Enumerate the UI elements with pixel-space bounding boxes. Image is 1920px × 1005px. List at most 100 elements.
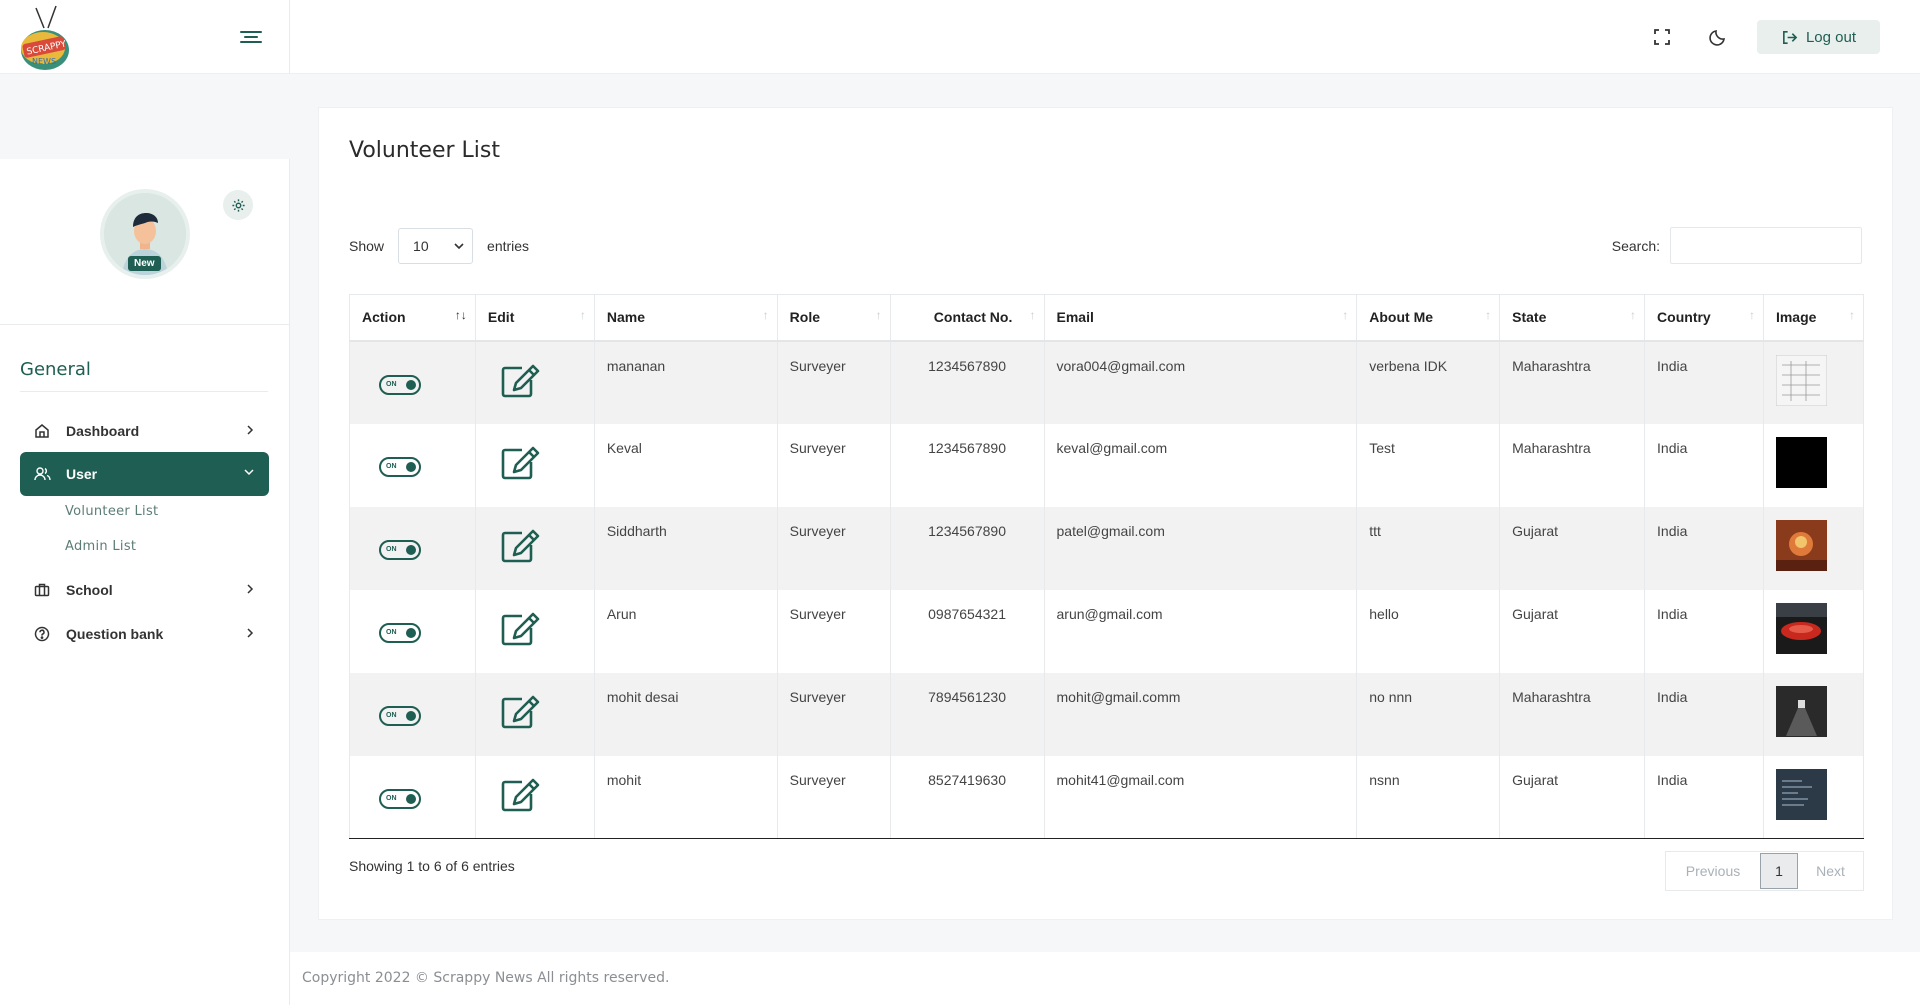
- search-label: Search:: [1611, 237, 1660, 254]
- sort-icon: ↑: [1630, 308, 1637, 322]
- pagination: Previous 1 Next: [1665, 851, 1864, 891]
- table-info: Showing 1 to 6 of 6 entries: [349, 858, 515, 874]
- menu-toggle-icon[interactable]: [240, 28, 262, 46]
- state-cell: Maharashtra: [1499, 423, 1646, 507]
- country-cell: India: [1644, 423, 1764, 507]
- column-header-country[interactable]: Country ↑: [1644, 294, 1764, 342]
- profile-panel: New: [0, 159, 289, 325]
- user-image-thumbnail[interactable]: [1775, 685, 1827, 737]
- sidebar-item-dashboard[interactable]: Dashboard: [20, 409, 269, 453]
- edit-icon[interactable]: [500, 364, 540, 403]
- action-cell: ON: [349, 589, 476, 673]
- footer: Copyright 2022 © Scrappy News All rights…: [290, 952, 1920, 1005]
- name-cell: mohit desai: [593, 672, 778, 756]
- edit-icon[interactable]: [500, 446, 540, 485]
- action-cell: ON: [349, 423, 476, 507]
- sidebar-subitem-volunteer-list[interactable]: Volunteer List: [65, 504, 158, 519]
- sidebar-item-question-bank[interactable]: Question bank: [20, 612, 269, 656]
- entries-select[interactable]: 10: [398, 228, 474, 264]
- sidebar-item-label: School: [66, 582, 113, 598]
- status-toggle[interactable]: ON: [379, 539, 421, 560]
- role-cell: Surveyer: [776, 589, 891, 673]
- status-toggle[interactable]: ON: [379, 788, 421, 809]
- role-cell: Surveyer: [776, 672, 891, 756]
- user-image-thumbnail[interactable]: [1775, 519, 1827, 571]
- user-image-thumbnail[interactable]: [1775, 602, 1827, 654]
- sidebar-subitem-admin-list[interactable]: Admin List: [65, 539, 136, 554]
- fullscreen-icon[interactable]: [1644, 19, 1680, 55]
- edit-icon[interactable]: [500, 778, 540, 817]
- column-header-about-me[interactable]: About Me ↑: [1356, 294, 1501, 342]
- edit-cell: [474, 755, 595, 839]
- about-cell: nsnn: [1356, 755, 1501, 839]
- sidebar-item-school[interactable]: School: [20, 568, 269, 612]
- column-header-state[interactable]: State ↑: [1499, 294, 1646, 342]
- contact-cell: 1234567890: [889, 340, 1045, 424]
- page-button-1[interactable]: 1: [1760, 853, 1798, 889]
- sidebar-item-user[interactable]: User: [20, 452, 269, 496]
- table-row: ON mohit Surveyer 8527419630 mohit41@gmail.c…: [349, 755, 1865, 839]
- edit-icon[interactable]: [500, 612, 540, 651]
- column-header-image[interactable]: Image ↑: [1762, 294, 1865, 342]
- logout-button[interactable]: Log out: [1757, 20, 1880, 54]
- status-toggle[interactable]: ON: [379, 705, 421, 726]
- edit-icon[interactable]: [500, 695, 540, 734]
- column-header-email[interactable]: Email ↑: [1043, 294, 1358, 342]
- country-cell: India: [1644, 755, 1764, 839]
- name-cell: Arun: [593, 589, 778, 673]
- home-icon: [34, 422, 52, 440]
- table-row: ON Arun Surveyer 0987654321 arun@gmail.com he…: [349, 589, 1865, 673]
- users-icon: [34, 465, 52, 483]
- toggle-on-label: ON: [386, 628, 397, 636]
- edit-icon[interactable]: [500, 529, 540, 568]
- column-header-role[interactable]: Role ↑: [776, 294, 891, 342]
- new-badge: New: [128, 256, 161, 271]
- contact-cell: 1234567890: [889, 423, 1045, 507]
- column-header-action[interactable]: Action ↑↓: [349, 294, 476, 342]
- search-input[interactable]: [1670, 227, 1862, 264]
- toggle-on-label: ON: [386, 462, 397, 470]
- sort-icon: ↑: [1849, 308, 1855, 322]
- name-cell: mohit: [593, 755, 778, 839]
- sidebar-item-label: Question bank: [66, 626, 164, 642]
- state-cell: Maharashtra: [1499, 340, 1646, 424]
- edit-cell: [474, 506, 595, 590]
- email-cell: mohit41@gmail.com: [1043, 755, 1358, 839]
- name-cell: mananan: [593, 340, 778, 424]
- copyright-text: Copyright 2022 © Scrappy News All rights…: [302, 970, 670, 986]
- user-image-thumbnail[interactable]: [1775, 436, 1827, 488]
- state-cell: Maharashtra: [1499, 672, 1646, 756]
- user-image-thumbnail[interactable]: [1775, 354, 1828, 406]
- previous-button[interactable]: Previous: [1666, 863, 1760, 879]
- sort-icon: ↑: [579, 308, 586, 322]
- edit-cell: [474, 589, 595, 673]
- contact-cell: 8527419630: [889, 755, 1045, 839]
- column-header-name[interactable]: Name ↑: [593, 294, 778, 342]
- status-toggle[interactable]: ON: [379, 456, 421, 477]
- column-header-edit[interactable]: Edit ↑: [474, 294, 595, 342]
- country-cell: India: [1644, 589, 1764, 673]
- logo[interactable]: SCRAPPY NEWS: [18, 4, 72, 72]
- country-cell: India: [1644, 672, 1764, 756]
- logout-icon: [1782, 30, 1798, 44]
- entries-label: entries: [487, 238, 530, 254]
- name-cell: Keval: [593, 423, 778, 507]
- image-cell: [1762, 755, 1865, 839]
- status-toggle[interactable]: ON: [379, 374, 421, 395]
- chevron-down-icon: [454, 243, 464, 250]
- column-header-contact[interactable]: Contact No. ↑: [889, 294, 1045, 342]
- gear-icon[interactable]: [223, 190, 253, 220]
- user-image-thumbnail[interactable]: [1775, 768, 1827, 820]
- sidebar-item-label: Dashboard: [66, 423, 140, 439]
- next-button[interactable]: Next: [1798, 863, 1863, 879]
- dark-mode-moon-icon[interactable]: [1700, 19, 1736, 55]
- state-cell: Gujarat: [1499, 589, 1646, 673]
- volunteer-list-card: Volunteer List Show 10 entries Search: A…: [318, 107, 1893, 920]
- email-cell: keval@gmail.com: [1043, 423, 1358, 507]
- sort-icon: ↑: [1029, 308, 1036, 322]
- action-cell: ON: [349, 340, 476, 424]
- status-toggle[interactable]: ON: [379, 622, 421, 643]
- image-cell: [1762, 423, 1865, 507]
- action-cell: ON: [349, 506, 476, 590]
- role-cell: Surveyer: [776, 340, 891, 424]
